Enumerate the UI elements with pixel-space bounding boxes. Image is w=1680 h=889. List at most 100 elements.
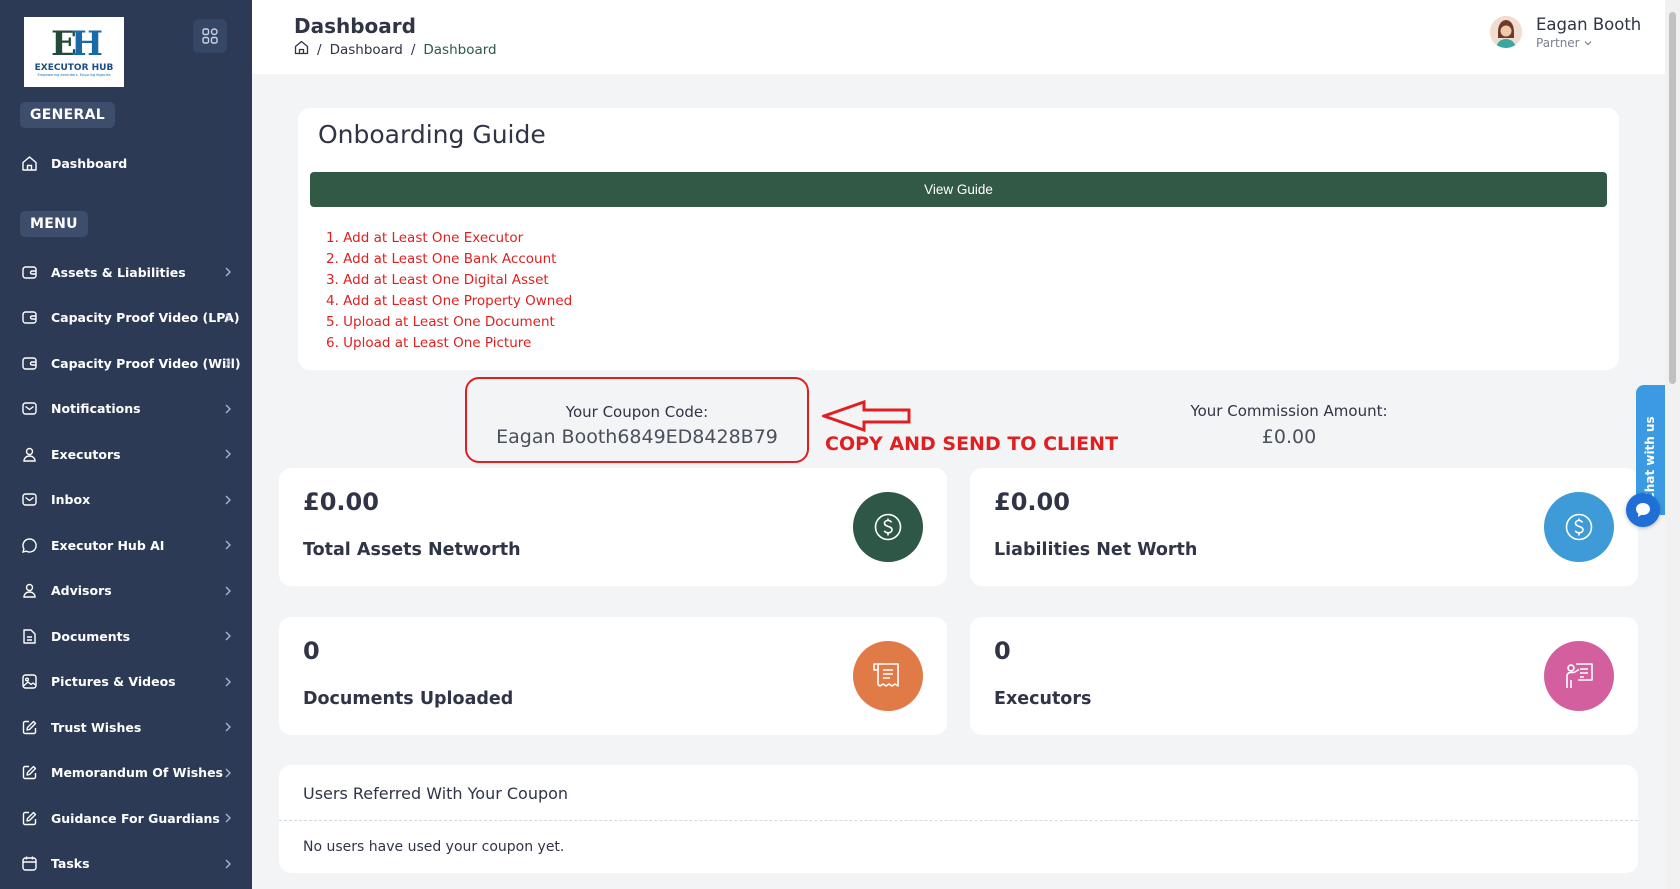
stat-card-total-assets: £0.00 Total Assets Networth: [279, 468, 947, 586]
section-general-label: GENERAL: [20, 102, 115, 128]
sidebar-item-label: Trust Wishes: [51, 719, 142, 735]
chevron-right-icon: [223, 358, 233, 368]
coupon-code-box: Your Coupon Code: Eagan Booth6849ED8428B…: [465, 377, 809, 463]
sidebar-item-label: Notifications: [51, 401, 141, 416]
dollar-icon: [1544, 492, 1614, 562]
chevron-right-icon: [223, 768, 233, 778]
stat-label: Liabilities Net Worth: [994, 540, 1198, 560]
stat-card-documents: 0 Documents Uploaded: [279, 617, 947, 735]
logo-tagline: Empowering executors. Ensuring legacies: [37, 73, 111, 77]
divider: [279, 820, 1638, 821]
sidebar-item-capacity-proof-video-lpa[interactable]: Capacity Proof Video (LPA): [0, 298, 252, 338]
edit-icon: [20, 764, 38, 782]
chat-label: Chat with us: [1643, 416, 1657, 501]
sidebar-item-notifications[interactable]: Notifications: [0, 389, 252, 429]
document-icon: [20, 627, 38, 645]
stat-value: 0: [994, 637, 1011, 665]
sidebar-item-label: Inbox: [51, 492, 91, 507]
onboarding-step: 4. Add at Least One Property Owned: [326, 293, 573, 309]
dollar-icon: [853, 492, 923, 562]
home-icon[interactable]: [294, 40, 309, 59]
view-guide-button[interactable]: View Guide: [310, 172, 1607, 207]
sidebar-item-label: Pictures & Videos: [51, 674, 176, 689]
coupon-code[interactable]: Eagan Booth6849ED8428B79: [467, 426, 807, 448]
user-icon: [20, 445, 38, 463]
referred-title: Users Referred With Your Coupon: [303, 784, 569, 803]
stat-card-liabilities: £0.00 Liabilities Net Worth: [970, 468, 1638, 586]
user-role-dropdown[interactable]: Partner: [1536, 36, 1592, 50]
coupon-label: Your Coupon Code:: [565, 403, 709, 421]
referred-empty-text: No users have used your coupon yet.: [303, 839, 565, 855]
sidebar-item-label: Documents: [51, 628, 131, 644]
sidebar-item-executors[interactable]: Executors: [0, 434, 252, 474]
stat-label: Documents Uploaded: [303, 689, 514, 709]
stat-card-executors: 0 Executors: [970, 617, 1638, 735]
top-header: Dashboard / Dashboard / Dashboard Eagan …: [252, 0, 1665, 74]
mail-icon: [20, 491, 38, 509]
stat-value: £0.00: [303, 488, 379, 516]
wallet-icon: [20, 354, 38, 372]
commission-value: £0.00: [1261, 426, 1317, 448]
presenter-icon: [1544, 641, 1614, 711]
stat-label: Total Assets Networth: [303, 540, 521, 560]
sidebar-item-documents[interactable]: Documents: [0, 616, 252, 656]
sidebar-item-label: Executors: [51, 446, 121, 462]
chevron-right-icon: [223, 813, 233, 823]
onboarding-steps-list: 1. Add at Least One Executor 2. Add at L…: [326, 228, 572, 354]
sidebar-item-inbox[interactable]: Inbox: [0, 480, 252, 520]
sidebar-item-label: Guidance For Guardians: [51, 810, 220, 826]
stat-value: £0.00: [994, 488, 1070, 516]
sidebar: EH EXECUTOR HUB Empowering executors. En…: [0, 0, 252, 889]
home-icon: [20, 154, 38, 172]
commission-label: Your Commission Amount:: [1190, 402, 1388, 420]
breadcrumb: / Dashboard / Dashboard: [294, 40, 497, 59]
user-name[interactable]: Eagan Booth: [1536, 15, 1641, 34]
breadcrumb-current: Dashboard: [423, 41, 497, 58]
chevron-right-icon: [223, 677, 233, 687]
sidebar-item-tasks[interactable]: Tasks: [0, 844, 252, 884]
sidebar-item-assets-liabilities[interactable]: Assets & Liabilities: [0, 252, 252, 292]
breadcrumb-separator: /: [317, 41, 322, 58]
sidebar-item-guidance-for-guardians[interactable]: Guidance For Guardians: [0, 798, 252, 838]
sidebar-item-advisors[interactable]: Advisors: [0, 571, 252, 611]
avatar[interactable]: [1490, 16, 1522, 48]
chat-bubble-button[interactable]: [1626, 493, 1660, 527]
sidebar-item-executor-hub-ai[interactable]: Executor Hub AI: [0, 525, 252, 565]
chevron-right-icon: [223, 631, 233, 641]
logo-mark: EH: [50, 24, 103, 64]
sidebar-item-label: Dashboard: [51, 155, 128, 171]
edit-icon: [20, 809, 38, 827]
sidebar-item-capacity-proof-video-will[interactable]: Capacity Proof Video (Will): [0, 343, 252, 383]
sidebar-toggle-button[interactable]: [193, 19, 227, 53]
sidebar-item-label: Advisors: [51, 583, 112, 598]
chevron-right-icon: [223, 722, 233, 732]
breadcrumb-separator: /: [410, 41, 416, 58]
chat-icon: [20, 536, 38, 554]
sidebar-item-label: Executor Hub AI: [51, 537, 165, 553]
breadcrumb-item-dashboard[interactable]: Dashboard: [330, 42, 403, 58]
scrollbar-thumb[interactable]: [1669, 12, 1676, 384]
sidebar-item-trust-wishes[interactable]: Trust Wishes: [0, 707, 252, 747]
section-menu-label: MENU: [20, 211, 88, 237]
sidebar-item-memorandum-of-wishes[interactable]: Memorandum Of Wishes: [0, 753, 252, 793]
image-icon: [20, 673, 38, 691]
sidebar-item-dashboard[interactable]: Dashboard: [0, 143, 252, 183]
sidebar-item-label: Memorandum Of Wishes: [51, 765, 223, 780]
chevron-right-icon: [223, 449, 233, 459]
onboarding-guide-card: Onboarding Guide View Guide 1. Add at Le…: [298, 108, 1619, 370]
onboarding-step: 5. Upload at Least One Document: [326, 314, 555, 330]
onboarding-step: 2. Add at Least One Bank Account: [326, 251, 557, 267]
referred-users-card: Users Referred With Your Coupon No users…: [279, 765, 1638, 873]
sidebar-item-pictures-videos[interactable]: Pictures & Videos: [0, 662, 252, 702]
annotation-arrow-icon: [822, 399, 911, 433]
onboarding-step: 6. Upload at Least One Picture: [326, 335, 532, 351]
logo-name: EXECUTOR HUB: [34, 63, 114, 73]
onboarding-step: 1. Add at Least One Executor: [326, 230, 524, 246]
brand-logo[interactable]: EH EXECUTOR HUB Empowering executors. En…: [24, 17, 124, 87]
wallet-icon: [20, 309, 38, 327]
sidebar-item-label: Capacity Proof Video (LPA): [51, 310, 240, 325]
onboarding-step: 3. Add at Least One Digital Asset: [326, 272, 549, 288]
page-scrollbar[interactable]: [1665, 0, 1680, 889]
chevron-right-icon: [223, 540, 233, 550]
mail-icon: [20, 400, 38, 418]
